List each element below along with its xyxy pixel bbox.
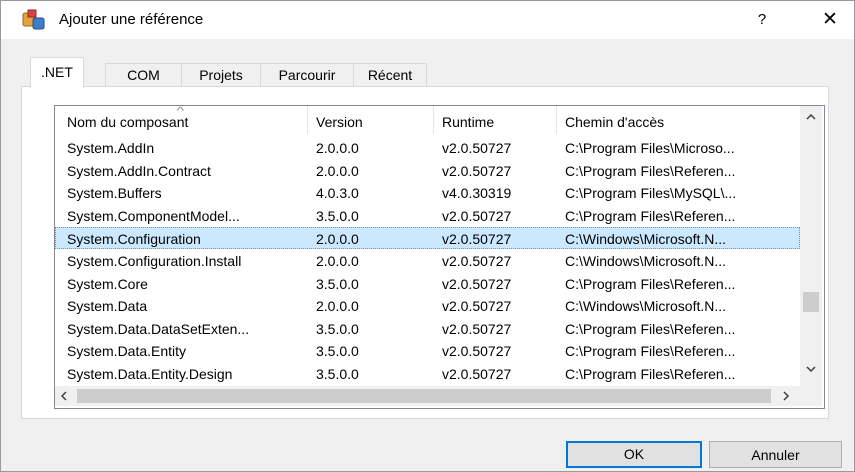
cell-name: System.Data.DataSetExten...	[67, 320, 250, 337]
cell-name: System.Buffers	[67, 185, 162, 202]
close-button[interactable]: ✕	[816, 7, 844, 33]
scroll-down-icon[interactable]	[800, 364, 822, 382]
dialog-title: Ajouter une référence	[59, 11, 204, 28]
column-header-version[interactable]: Version	[308, 106, 434, 134]
cell-runtime: v2.0.50727	[442, 343, 512, 360]
scroll-up-icon[interactable]	[800, 112, 822, 130]
cell-version: 3.5.0.0	[316, 343, 359, 360]
vertical-scroll-thumb[interactable]	[803, 292, 819, 312]
scroll-left-icon[interactable]	[59, 386, 77, 406]
cell-runtime: v4.0.30319	[442, 185, 512, 202]
scroll-right-icon[interactable]	[777, 386, 795, 406]
table-row[interactable]: System.Configuration.Install 2.0.0.0 v2.0.…	[55, 250, 800, 272]
column-header-name[interactable]: Nom du composant	[55, 106, 308, 134]
table-row[interactable]: System.Data.DataSetExten... 3.5.0.0 v2.0.5…	[55, 318, 800, 340]
horizontal-scroll-thumb[interactable]	[77, 389, 771, 403]
cell-runtime: v2.0.50727	[442, 366, 512, 382]
tab-recent[interactable]: Récent	[353, 63, 427, 86]
tab-projets[interactable]: Projets	[181, 63, 261, 86]
cell-version: 3.5.0.0	[316, 275, 359, 292]
cell-version: 2.0.0.0	[316, 253, 359, 269]
cell-runtime: v2.0.50727	[442, 207, 512, 224]
title-bar[interactable]: Ajouter une référence ? ✕	[1, 1, 854, 39]
cell-name: System.Configuration.Install	[67, 253, 242, 269]
table-row[interactable]: System.AddIn 2.0.0.0 v2.0.50727 C:\Program …	[55, 137, 800, 159]
ok-button[interactable]: OK	[566, 441, 702, 468]
cell-name: System.Data.Entity.Design	[67, 366, 233, 382]
cell-runtime: v2.0.50727	[442, 162, 512, 179]
cell-path: C:\Program Files\Referen...	[565, 343, 736, 360]
cell-path: C:\Program Files\Referen...	[565, 207, 736, 224]
cell-name: System.AddIn.Contract	[67, 162, 211, 179]
column-header-path[interactable]: Chemin d'accès	[557, 106, 800, 134]
cell-version: 2.0.0.0	[316, 140, 359, 156]
cell-path: C:\Program Files\MySQL\...	[565, 185, 737, 202]
cell-name: System.Core	[67, 275, 148, 292]
cell-path: C:\Program Files\Referen...	[565, 366, 736, 382]
cell-name: System.Configuration	[67, 231, 201, 248]
cell-runtime: v2.0.50727	[442, 140, 512, 156]
table-row[interactable]: System.Buffers 4.0.3.0 v4.0.30319 C:\Progra…	[55, 182, 800, 204]
help-button[interactable]: ?	[748, 7, 776, 33]
cell-version: 3.5.0.0	[316, 320, 359, 337]
cell-name: System.Data.Entity	[67, 343, 187, 360]
cancel-button[interactable]: Annuler	[709, 441, 842, 468]
cell-path: C:\Windows\Microsoft.N...	[565, 298, 727, 315]
table-row[interactable]: System.ComponentModel... 3.5.0.0 v2.0.5072…	[55, 205, 800, 227]
horizontal-scrollbar[interactable]	[55, 386, 800, 406]
tab-com[interactable]: COM	[105, 63, 182, 86]
cell-version: 2.0.0.0	[316, 162, 359, 179]
cell-path: C:\Program Files\Referen...	[565, 275, 736, 292]
cell-name: System.AddIn	[67, 140, 155, 156]
vertical-scrollbar[interactable]	[800, 106, 822, 386]
tab-dotnet[interactable]: .NET	[30, 57, 84, 88]
cell-name: System.ComponentModel...	[67, 207, 240, 224]
add-reference-dialog: Ajouter une référence ? ✕ .NET COM Proje…	[0, 0, 855, 472]
cell-runtime: v2.0.50727	[442, 275, 512, 292]
cell-name: System.Data	[67, 298, 148, 315]
cell-runtime: v2.0.50727	[442, 253, 512, 269]
cell-version: 2.0.0.0	[316, 298, 359, 315]
table-row[interactable]: System.AddIn.Contract 2.0.0.0 v2.0.50727 C:…	[55, 160, 800, 182]
cell-path: C:\Windows\Microsoft.N...	[565, 253, 727, 269]
tab-parcourir[interactable]: Parcourir	[260, 63, 354, 86]
cell-runtime: v2.0.50727	[442, 298, 512, 315]
component-list[interactable]: ^ Nom du composant Version Runtime Chemi…	[54, 105, 825, 409]
cell-path: C:\Program Files\Referen...	[565, 162, 736, 179]
add-reference-icon	[21, 9, 49, 33]
scrollbar-corner	[800, 386, 822, 406]
table-row-selected[interactable]: System.Configuration 2.0.0.0 v2.0.50727 C:\…	[55, 227, 800, 250]
cell-version: 3.5.0.0	[316, 207, 359, 224]
cell-path: C:\Windows\Microsoft.N...	[565, 231, 727, 248]
table-row[interactable]: System.Data.Entity 3.5.0.0 v2.0.50727 C:\Pr…	[55, 340, 800, 362]
cell-runtime: v2.0.50727	[442, 320, 512, 337]
column-header-runtime[interactable]: Runtime	[434, 106, 557, 134]
cell-version: 2.0.0.0	[316, 231, 359, 248]
cell-runtime: v2.0.50727	[442, 231, 512, 248]
table-row[interactable]: System.Data.Entity.Design 3.5.0.0 v2.0.507…	[55, 363, 800, 385]
table-row[interactable]: System.Core 3.5.0.0 v2.0.50727 C:\Program F…	[55, 273, 800, 295]
cell-path: C:\Program Files\Referen...	[565, 320, 736, 337]
cell-path: C:\Program Files\Microso...	[565, 140, 735, 156]
cell-version: 4.0.3.0	[316, 185, 359, 202]
list-header: ^ Nom du composant Version Runtime Chemi…	[55, 106, 800, 134]
cell-version: 3.5.0.0	[316, 366, 359, 382]
table-row[interactable]: System.Data 2.0.0.0 v2.0.50727 C:\Windows\M…	[55, 295, 800, 317]
